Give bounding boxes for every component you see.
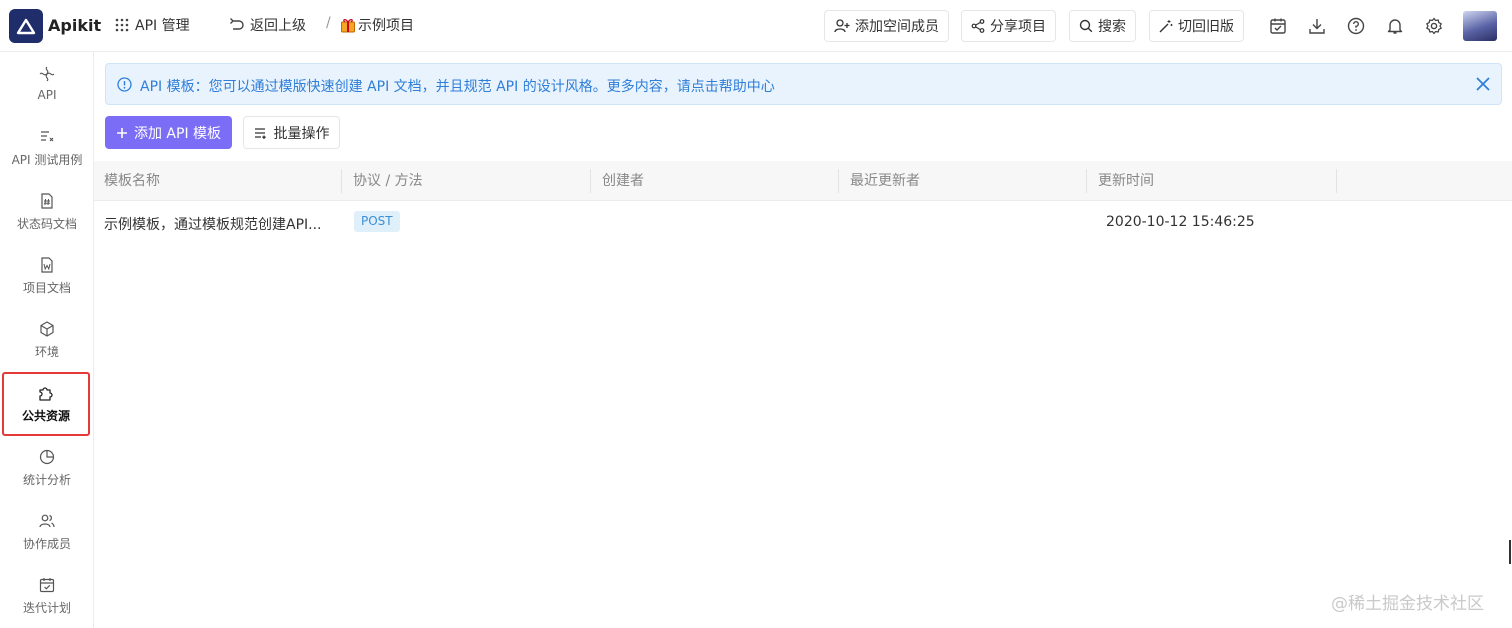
word-doc-icon — [41, 256, 53, 273]
sidebar-item-label: 迭代计划 — [22, 600, 71, 615]
help-icon[interactable] — [1346, 16, 1366, 36]
column-header-template-name[interactable]: 模板名称 — [104, 161, 160, 201]
search-label: 搜索 — [1098, 19, 1126, 35]
search-button[interactable]: 搜索 — [1069, 10, 1136, 42]
close-icon[interactable] — [1475, 76, 1491, 92]
sidebar-item-members[interactable]: 协作成员 — [0, 500, 94, 564]
sidebar-item-iteration-plan[interactable]: 迭代计划 — [0, 564, 94, 628]
status-code-icon — [41, 192, 53, 209]
column-divider[interactable] — [838, 169, 839, 193]
bell-icon[interactable] — [1385, 16, 1405, 36]
sidebar-item-status-codes[interactable]: 状态码文档 — [0, 180, 94, 244]
sidebar-item-statistics[interactable]: 统计分析 — [0, 436, 94, 500]
api-management-menu[interactable]: API 管理 — [115, 15, 190, 35]
add-member-label: 添加空间成员 — [855, 19, 939, 35]
grid-icon — [115, 18, 129, 32]
gift-icon — [341, 19, 355, 33]
column-header-protocol-method[interactable]: 协议 / 方法 — [353, 161, 423, 201]
back-button[interactable]: 返回上级 — [229, 15, 306, 35]
column-divider[interactable] — [590, 169, 591, 193]
apikit-logo[interactable] — [9, 9, 43, 43]
api-management-label: API 管理 — [135, 18, 190, 34]
breadcrumb-project[interactable]: 示例项目 — [340, 15, 414, 35]
sidebar: API API 测试用例 状态码文档 项目文档 环境 公共资源 统计分析 协作成… — [0, 52, 94, 628]
table-header: 模板名称 协议 / 方法 创建者 最近更新者 更新时间 — [94, 161, 1512, 201]
sidebar-item-label: 项目文档 — [22, 280, 71, 295]
test-case-icon — [41, 130, 54, 141]
sidebar-item-label: API 测试用例 — [11, 152, 83, 167]
add-user-icon — [834, 19, 850, 33]
sidebar-item-label: 统计分析 — [22, 472, 71, 487]
info-icon — [117, 77, 132, 92]
switch-old-label: 切回旧版 — [1178, 19, 1234, 35]
column-header-updated-at[interactable]: 更新时间 — [1098, 161, 1154, 201]
calendar-icon[interactable] — [1268, 16, 1288, 36]
column-header-creator[interactable]: 创建者 — [602, 161, 644, 201]
back-label: 返回上级 — [250, 18, 306, 34]
add-api-template-button[interactable]: 添加 API 模板 — [105, 116, 232, 149]
scrollbar-thumb[interactable] — [1509, 540, 1511, 564]
sidebar-item-api[interactable]: API — [0, 52, 94, 116]
sidebar-item-label: 协作成员 — [22, 536, 71, 551]
environment-icon — [40, 320, 54, 337]
magic-wand-icon — [1159, 20, 1173, 33]
batch-operation-label: 批量操作 — [273, 125, 330, 142]
add-member-button[interactable]: 添加空间成员 — [824, 10, 949, 42]
gear-icon[interactable] — [1424, 16, 1444, 36]
project-name: 示例项目 — [358, 18, 414, 34]
list-icon — [254, 127, 266, 139]
top-bar: Apikit API 管理 返回上级 / 示例项目 添加空间成员 分享项目 搜索… — [0, 0, 1512, 52]
column-divider[interactable] — [341, 169, 342, 193]
column-header-last-updater[interactable]: 最近更新者 — [850, 161, 920, 201]
updated-at-cell: 2020-10-12 15:46:25 — [1106, 214, 1255, 230]
api-icon — [39, 66, 55, 82]
share-icon — [971, 19, 985, 33]
sidebar-item-public-resources[interactable]: 公共资源 — [2, 372, 90, 436]
sidebar-item-label: 环境 — [34, 344, 59, 359]
plus-icon — [116, 127, 127, 138]
info-banner-text: API 模板：您可以通过模版快速创建 API 文档，并且规范 API 的设计风格… — [140, 79, 775, 95]
puzzle-icon — [39, 386, 53, 401]
watermark: @稀土掘金技术社区 — [1331, 594, 1484, 614]
template-name-cell[interactable]: 示例模板，通过模板规范创建API... — [104, 214, 322, 234]
column-divider[interactable] — [1086, 169, 1087, 193]
share-project-button[interactable]: 分享项目 — [961, 10, 1056, 42]
table-row[interactable]: 示例模板，通过模板规范创建API... POST 2020-10-12 15:4… — [94, 201, 1512, 244]
pie-chart-icon — [39, 449, 55, 464]
download-icon[interactable] — [1307, 16, 1327, 36]
add-api-template-label: 添加 API 模板 — [133, 125, 222, 142]
switch-old-version-button[interactable]: 切回旧版 — [1149, 10, 1244, 42]
sidebar-item-label: API — [37, 88, 57, 102]
members-icon — [39, 514, 55, 527]
undo-icon — [230, 18, 244, 30]
sidebar-item-project-docs[interactable]: 项目文档 — [0, 244, 94, 308]
method-badge: POST — [354, 211, 400, 232]
column-divider[interactable] — [1336, 169, 1337, 193]
batch-operation-button[interactable]: 批量操作 — [243, 116, 340, 149]
user-avatar[interactable] — [1463, 11, 1497, 41]
sidebar-item-label: 公共资源 — [21, 408, 70, 423]
calendar-icon — [39, 577, 55, 592]
breadcrumb-separator: / — [326, 15, 331, 31]
sidebar-item-environment[interactable]: 环境 — [0, 308, 94, 372]
sidebar-item-test-cases[interactable]: API 测试用例 — [0, 116, 94, 180]
share-label: 分享项目 — [990, 19, 1046, 35]
brand-name: Apikit — [48, 16, 102, 35]
search-icon — [1079, 19, 1093, 33]
sidebar-item-label: 状态码文档 — [16, 216, 77, 231]
info-banner: API 模板：您可以通过模版快速创建 API 文档，并且规范 API 的设计风格… — [105, 63, 1502, 105]
